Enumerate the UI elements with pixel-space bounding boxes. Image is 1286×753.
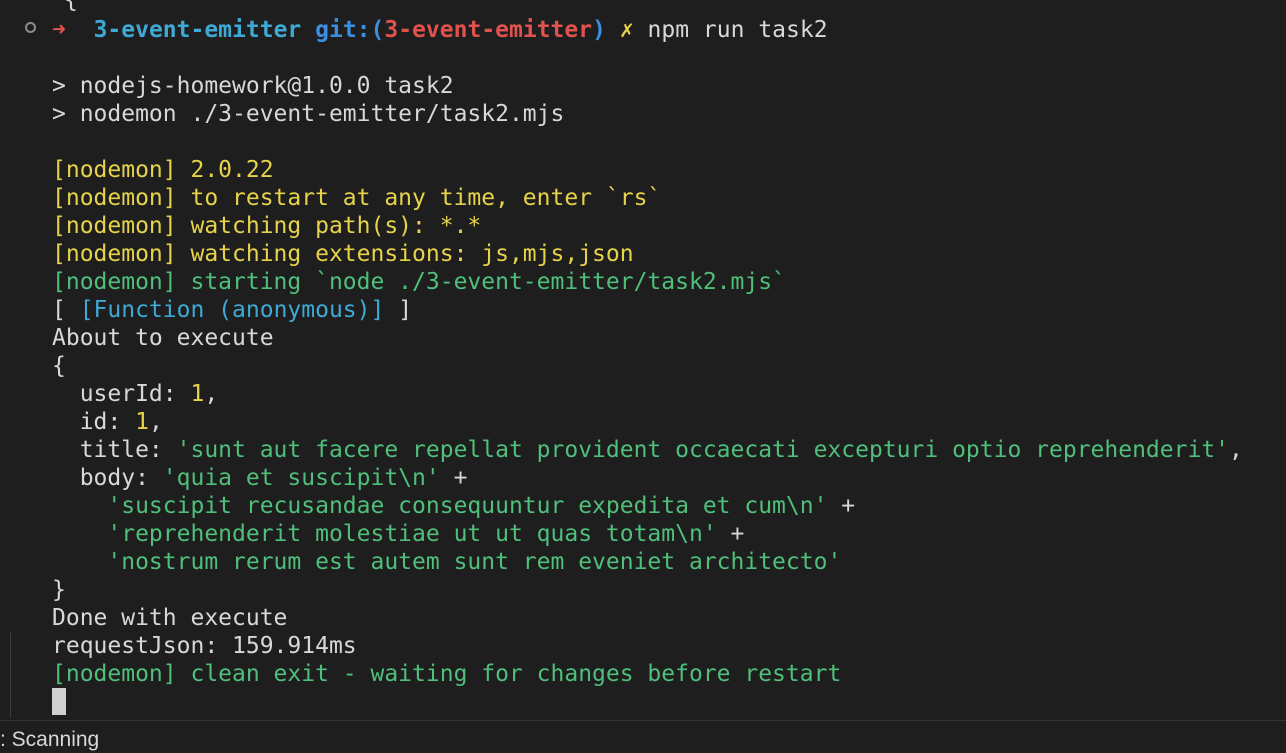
- terminal-cursor[interactable]: [52, 688, 66, 715]
- git-branch: 3-event-emitter: [384, 17, 593, 43]
- prompt-status-icon: [25, 22, 36, 33]
- truncated-line: {: [64, 0, 78, 13]
- object-open: {: [52, 353, 66, 379]
- script-header-line: > nodejs-homework@1.0.0 task2: [52, 73, 454, 99]
- comma: ,: [1229, 437, 1243, 463]
- userid-line: userId: 1,: [52, 380, 219, 408]
- timing-line: requestJson: 159.914ms: [52, 633, 357, 659]
- done-line: Done with execute: [52, 605, 288, 631]
- id-key: id:: [52, 409, 136, 435]
- command-text: npm run task2: [647, 17, 828, 43]
- about-line: About to execute: [52, 325, 274, 351]
- body-line: body: 'quia et suscipit\n' +: [52, 464, 468, 492]
- dirty-mark-icon: ✗: [619, 17, 634, 43]
- plus: +: [716, 521, 745, 547]
- userid-value: 1: [190, 381, 205, 407]
- nodemon-restart-line: [nodemon] to restart at any time, enter …: [52, 185, 662, 211]
- id-value: 1: [135, 409, 149, 435]
- git-close: ): [592, 17, 606, 43]
- userid-key: userId:: [52, 381, 191, 407]
- function-value: [Function (anonymous)]: [79, 297, 385, 323]
- title-key: title:: [52, 437, 177, 463]
- nodemon-starting-line: [nodemon] starting `node ./3-event-emitt…: [52, 269, 786, 295]
- status-text: : Scanning: [0, 728, 100, 751]
- body-line: 'suscipit recusandae consequuntur expedi…: [52, 492, 855, 520]
- title-value: 'sunt aut facere repellat provident occa…: [176, 437, 1230, 463]
- function-line: [ [Function (anonymous)] ]: [52, 296, 412, 324]
- body-line: 'reprehenderit molestiae ut ut quas tota…: [52, 520, 744, 548]
- body-value: 'reprehenderit molestiae ut ut quas tota…: [107, 521, 717, 547]
- script-header-line: > nodemon ./3-event-emitter/task2.mjs: [52, 101, 565, 127]
- terminal-output[interactable]: { ➜ 3-event-emitter git:(3-event-emitter…: [0, 0, 1286, 720]
- body-value: 'suscipit recusandae consequuntur expedi…: [107, 493, 828, 519]
- prompt-directory: 3-event-emitter: [93, 17, 302, 43]
- comma: ,: [148, 409, 163, 435]
- bracket-open: [: [52, 297, 80, 323]
- body-key: body:: [52, 465, 163, 491]
- gutter-divider: [10, 632, 11, 718]
- nodemon-watch-ext-line: [nodemon] watching extensions: js,mjs,js…: [52, 241, 634, 267]
- nodemon-watch-path-line: [nodemon] watching path(s): *.*: [52, 213, 482, 239]
- body-line: 'nostrum rerum est autem sunt rem evenie…: [52, 548, 841, 576]
- body-value: 'quia et suscipit\n': [162, 465, 440, 491]
- comma: ,: [204, 381, 219, 407]
- bracket-close: ]: [384, 297, 413, 323]
- title-line: title: 'sunt aut facere repellat provide…: [52, 436, 1243, 464]
- prompt-line: ➜ 3-event-emitter git:(3-event-emitter) …: [52, 16, 828, 44]
- object-close: }: [52, 577, 66, 603]
- git-label: git:(: [315, 17, 385, 43]
- plus: +: [827, 493, 856, 519]
- status-bar: : Scanning: [0, 720, 1286, 751]
- nodemon-version-line: [nodemon] 2.0.22: [52, 157, 274, 183]
- plus: +: [439, 465, 468, 491]
- body-value: 'nostrum rerum est autem sunt rem evenie…: [107, 549, 842, 575]
- prompt-arrow-icon: ➜: [52, 17, 66, 43]
- id-line: id: 1,: [52, 408, 163, 436]
- clean-exit-line: [nodemon] clean exit - waiting for chang…: [52, 661, 842, 687]
